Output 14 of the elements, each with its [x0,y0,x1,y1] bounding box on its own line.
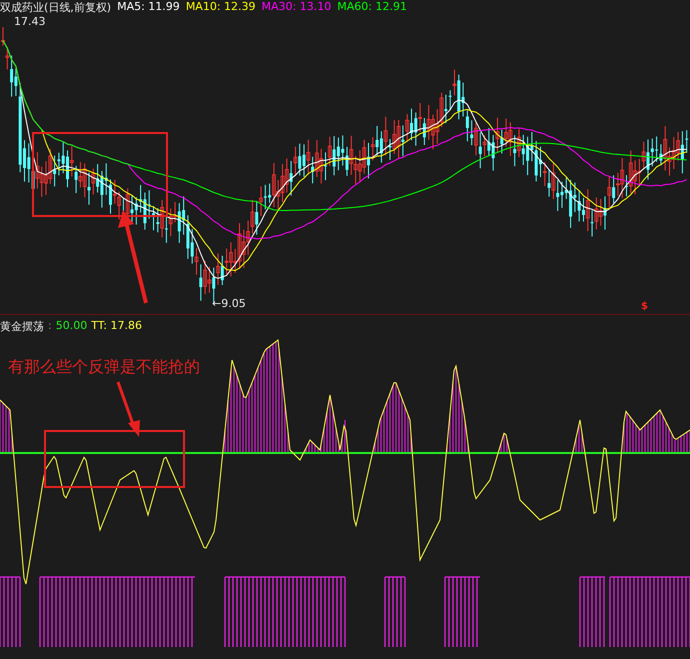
ma-value: MA60: 12.91 [337,0,407,15]
separator: : [48,319,52,334]
annotation-text: 有那么些个反弹是不能抢的 [8,357,200,378]
ma-value: MA30: 13.10 [262,0,332,15]
low-price-label: ←9.05 [212,297,246,310]
indicator-value: TT: 17.86 [91,319,142,334]
indicator-value: 50.00 [56,319,88,334]
ma-value: MA5: 11.99 [117,0,180,15]
high-price-label: 17.43 [14,15,46,28]
signal-marker: $ [641,301,648,312]
annotation-arrow [116,382,140,437]
ma-value: MA10: 12.39 [186,0,256,15]
indicator-name: 黄金摆荡 [0,319,44,334]
stock-title: 双成药业(日线,前复权) [0,0,112,15]
